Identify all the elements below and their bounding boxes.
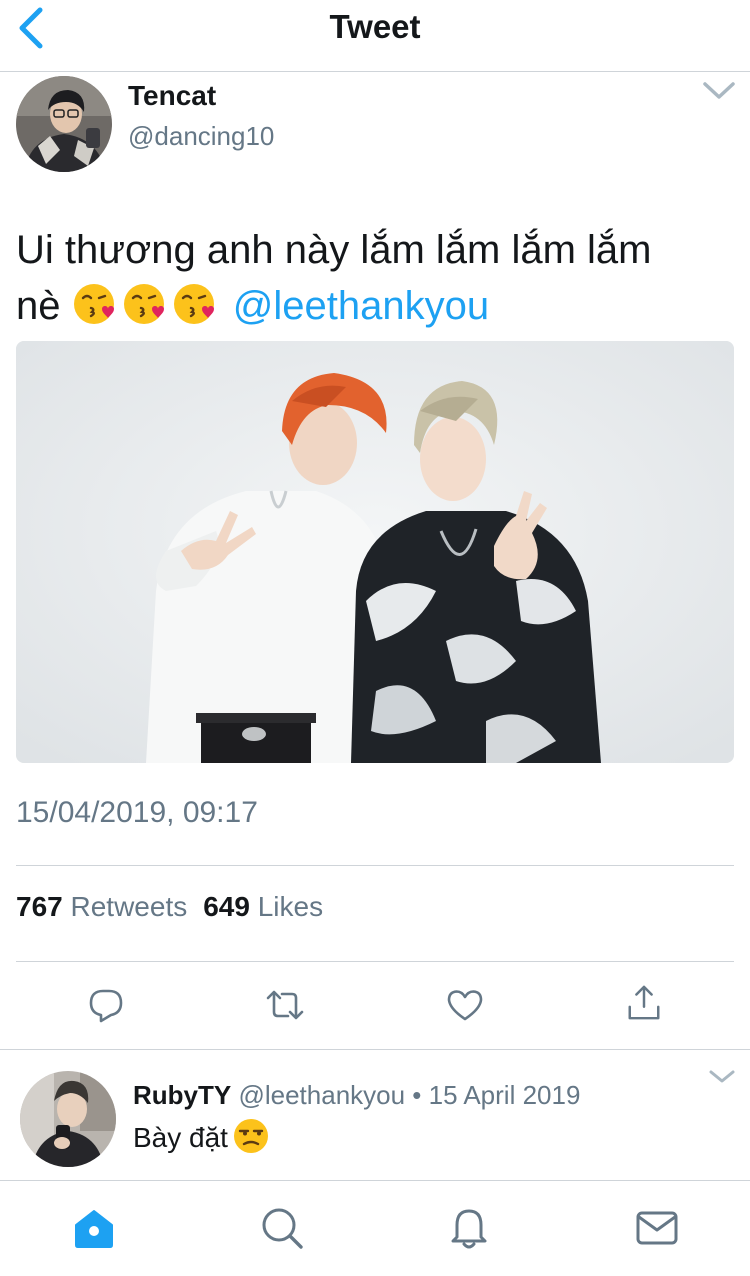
retweets-count: 767 xyxy=(16,891,63,922)
author-avatar[interactable] xyxy=(16,76,112,172)
unamused-face-emoji xyxy=(233,1119,268,1153)
tweet-text-line: Ui thương anh này lắm lắm lắm lắm xyxy=(16,228,652,272)
kissing-face-with-heart-emoji xyxy=(73,284,114,324)
reply-text: Bày đặt xyxy=(133,1117,270,1155)
bottom-tab-bar xyxy=(0,1180,750,1276)
likes-count: 649 xyxy=(203,891,250,922)
tweet-photo[interactable] xyxy=(16,341,734,763)
kissing-face-with-heart-emoji xyxy=(173,284,214,324)
retweet-icon[interactable] xyxy=(266,986,304,1024)
divider xyxy=(16,865,734,866)
reply-meta: @leethankyou • 15 April 2019 xyxy=(238,1080,581,1110)
reply-text-content: Bày đặt xyxy=(133,1122,228,1153)
mention-link[interactable]: @leethankyou xyxy=(233,284,489,328)
reply-author-name[interactable]: RubyTY xyxy=(133,1080,231,1110)
kissing-face-with-heart-emoji xyxy=(123,284,164,324)
author-name[interactable]: Tencat xyxy=(128,80,216,112)
retweets-label: Retweets xyxy=(70,891,188,922)
tweet-text: Ui thương anh này lắm lắm lắm lắm nè @le… xyxy=(16,222,716,334)
divider xyxy=(0,1049,750,1050)
likes-label: Likes xyxy=(257,891,324,922)
tweet-stats: 767 Retweets 649 Likes xyxy=(16,891,323,923)
reply-avatar[interactable] xyxy=(20,1071,116,1167)
retweets-stat[interactable]: 767 Retweets xyxy=(16,891,187,922)
chevron-down-icon[interactable] xyxy=(708,1068,736,1086)
top-navigation-bar: Tweet xyxy=(0,0,750,72)
tweet-timestamp: 15/04/2019, 09:17 xyxy=(16,796,258,829)
tweet-text-line: nè @leethankyou xyxy=(16,278,716,334)
reply-header: RubyTY @leethankyou • 15 April 2019 xyxy=(133,1080,580,1111)
heart-icon[interactable] xyxy=(446,986,484,1024)
chevron-down-icon[interactable] xyxy=(702,80,736,102)
home-icon[interactable] xyxy=(71,1205,117,1251)
author-handle[interactable]: @dancing10 xyxy=(128,121,274,152)
divider xyxy=(16,961,734,962)
page-title: Tweet xyxy=(329,8,421,45)
notifications-icon[interactable] xyxy=(446,1205,492,1251)
share-icon[interactable] xyxy=(625,984,663,1022)
search-icon[interactable] xyxy=(259,1205,305,1251)
reply-icon[interactable] xyxy=(87,986,125,1024)
messages-icon[interactable] xyxy=(634,1205,680,1251)
tweet-text-prefix: nè xyxy=(16,284,61,328)
likes-stat[interactable]: 649 Likes xyxy=(203,891,323,922)
